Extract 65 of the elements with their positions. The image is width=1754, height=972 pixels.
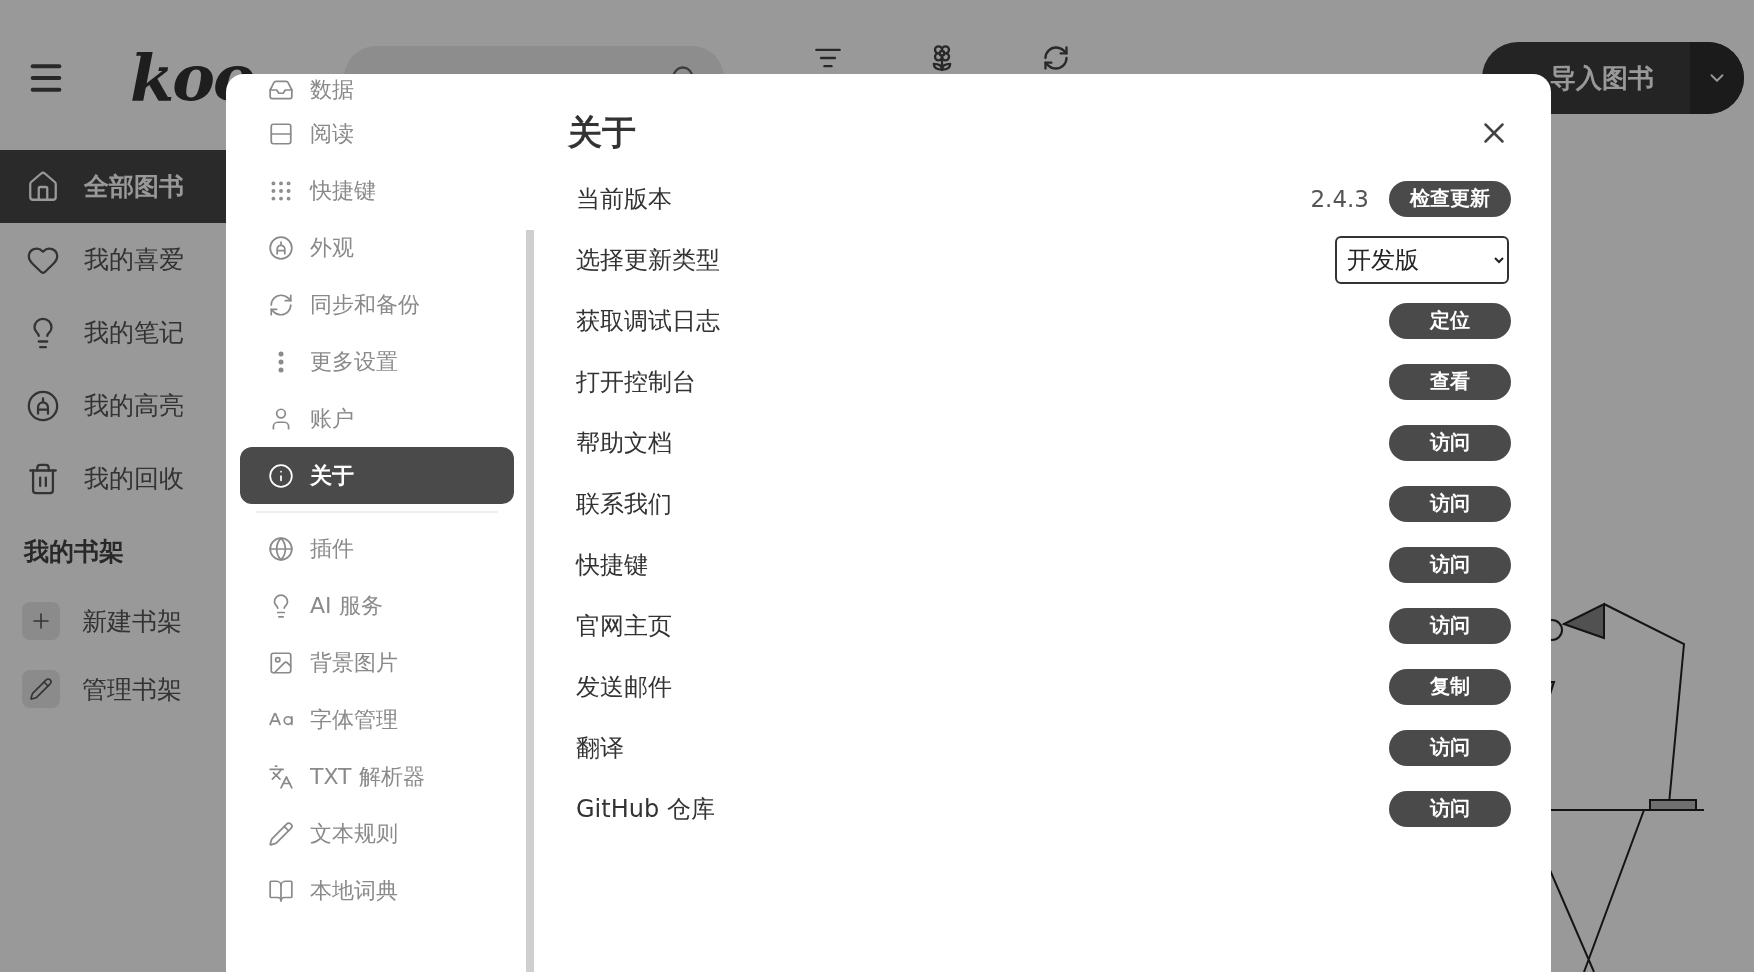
home-icon xyxy=(26,169,60,204)
sync-icon[interactable] xyxy=(1041,44,1070,72)
version-text: 2.4.3 xyxy=(1310,185,1369,212)
setting-label: 联系我们 xyxy=(576,488,673,520)
setting-label: 翻译 xyxy=(576,732,625,764)
shelf-action[interactable]: 新建书架 xyxy=(0,587,226,655)
trash-icon xyxy=(26,461,60,496)
setting-label: 帮助文档 xyxy=(576,427,673,459)
sidebar-item[interactable]: 我的喜爱 xyxy=(0,223,226,296)
settings-nav-item[interactable]: 外观 xyxy=(240,219,514,276)
setting-label: 发送邮件 xyxy=(576,671,673,703)
action-button[interactable]: 复制 xyxy=(1389,668,1511,705)
image-icon xyxy=(268,649,294,676)
settings-nav-item[interactable]: 同步和备份 xyxy=(240,276,514,333)
action-button[interactable]: 访问 xyxy=(1389,546,1511,583)
settings-nav-item[interactable]: 文本规则 xyxy=(240,805,514,862)
sidebar-item[interactable]: 我的回收 xyxy=(0,442,226,515)
scrollbar[interactable] xyxy=(526,230,534,972)
shelf-action[interactable]: 管理书架 xyxy=(0,655,226,723)
sync-icon xyxy=(268,291,294,318)
pencil-icon xyxy=(268,820,294,847)
dialog-title: 关于 xyxy=(568,111,636,154)
settings-nav-item[interactable]: 关于 xyxy=(240,447,514,504)
settings-nav-item[interactable]: 插件 xyxy=(240,520,514,577)
settings-nav-item[interactable]: 账户 xyxy=(240,390,514,447)
translate-icon xyxy=(268,763,294,790)
setting-label: 获取调试日志 xyxy=(576,305,721,337)
settings-nav-item[interactable]: 阅读 xyxy=(240,105,514,162)
sidebar-item[interactable]: 我的笔记 xyxy=(0,296,226,369)
globe-icon xyxy=(268,535,294,562)
action-button[interactable]: 访问 xyxy=(1389,485,1511,522)
import-dropdown-button[interactable] xyxy=(1690,42,1744,114)
action-button[interactable]: 检查更新 xyxy=(1389,180,1511,217)
setting-label: 当前版本 xyxy=(576,183,673,215)
settings-nav-item[interactable]: 字体管理 xyxy=(240,691,514,748)
section-heading: 我的书架 xyxy=(22,535,125,568)
sidebar-item[interactable]: 我的高亮 xyxy=(0,369,226,442)
settings-nav-item[interactable]: 快捷键 xyxy=(240,162,514,219)
action-button[interactable]: 访问 xyxy=(1389,607,1511,644)
sidebar-item[interactable]: 全部图书 xyxy=(0,150,226,223)
action-button[interactable]: 访问 xyxy=(1389,790,1511,827)
setting-label: 选择更新类型 xyxy=(576,244,721,276)
rows-icon xyxy=(268,120,294,147)
settings-nav-item[interactable]: AI 服务 xyxy=(240,577,514,634)
book-icon xyxy=(268,877,294,904)
import-button[interactable]: 导入图书 xyxy=(1482,42,1690,114)
circled-figure-icon xyxy=(268,234,294,261)
setting-label: 官网主页 xyxy=(576,610,673,642)
settings-nav-item[interactable]: 背景图片 xyxy=(240,634,514,691)
action-button[interactable]: 访问 xyxy=(1389,424,1511,461)
settings-nav-item[interactable]: 本地词典 xyxy=(240,862,514,919)
action-button[interactable]: 定位 xyxy=(1389,302,1511,339)
circled-figure-icon xyxy=(26,388,60,423)
settings-nav-item[interactable]: 数据 xyxy=(240,74,514,105)
setting-label: 快捷键 xyxy=(576,549,649,581)
info-icon xyxy=(268,462,294,489)
settings-nav-item[interactable]: 更多设置 xyxy=(240,333,514,390)
setting-label: GitHub 仓库 xyxy=(576,793,716,825)
action-button[interactable]: 访问 xyxy=(1389,729,1511,766)
settings-nav-item[interactable]: TXT 解析器 xyxy=(240,748,514,805)
setting-label: 打开控制台 xyxy=(576,366,697,398)
more-icon xyxy=(278,350,284,373)
action-button[interactable]: 查看 xyxy=(1389,363,1511,400)
update-type-select[interactable]: 开发版 xyxy=(1335,235,1509,284)
pencil-icon xyxy=(29,677,53,701)
